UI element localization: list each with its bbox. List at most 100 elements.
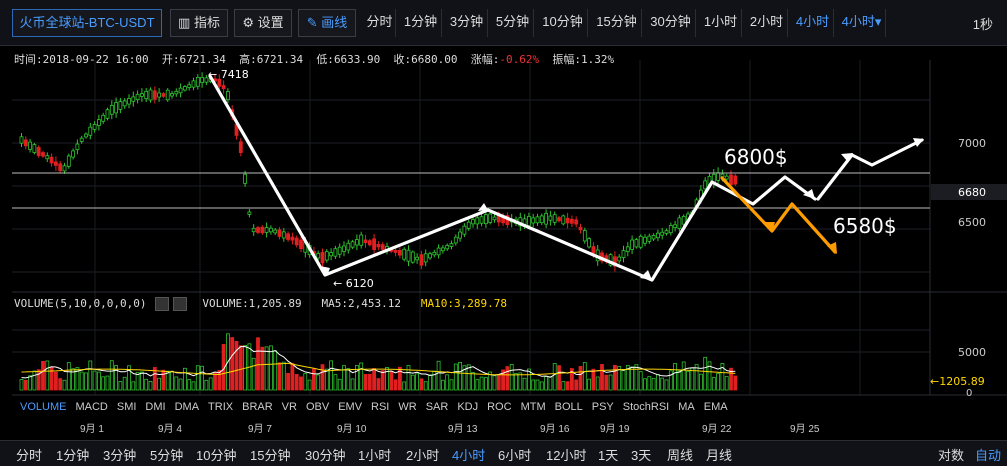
indicator-tab-wr[interactable]: WR — [398, 401, 416, 413]
candle-body — [397, 250, 402, 256]
indicator-tab-emv[interactable]: EMV — [338, 401, 362, 413]
bottom-period-8[interactable]: 2小时 — [406, 445, 439, 464]
bottom-period-13[interactable]: 3天 — [631, 445, 651, 464]
indicator-tab-roc[interactable]: ROC — [487, 401, 511, 413]
bottom-period-4[interactable]: 10分钟 — [196, 445, 236, 464]
volume-bar — [703, 356, 708, 391]
indicator-tab-ema[interactable]: EMA — [704, 401, 728, 413]
volume-bar — [97, 371, 101, 391]
bottom-period-3[interactable]: 5分钟 — [150, 445, 183, 464]
indicator-tab-volume[interactable]: VOLUME — [20, 401, 66, 413]
candle-body — [548, 215, 553, 221]
candle-body — [36, 147, 41, 156]
period-tab-6[interactable]: 30分钟 — [646, 9, 696, 37]
bottom-period-12[interactable]: 1天 — [598, 445, 618, 464]
bottom-period-0[interactable]: 分时 — [16, 445, 42, 464]
bottom-period-7[interactable]: 1小时 — [358, 445, 391, 464]
volume-bar — [552, 363, 557, 391]
volume-value: VOLUME:1,205.89 — [202, 297, 302, 310]
x-tick-label: 9月 13 — [448, 424, 478, 435]
volume-bar — [419, 378, 424, 391]
indicator-tab-ma[interactable]: MA — [678, 401, 695, 413]
volume-bar — [561, 381, 566, 391]
indicator-tab-sar[interactable]: SAR — [426, 401, 449, 413]
indicator-tab-smi[interactable]: SMI — [117, 401, 137, 413]
volume-bar — [105, 375, 110, 391]
period-tab-8[interactable]: 2小时 — [746, 9, 788, 37]
indicator-tab-rsi[interactable]: RSI — [371, 401, 389, 413]
volume-bar — [673, 363, 677, 391]
candle-body — [45, 155, 50, 160]
volume-params: VOLUME(5,10,0,0,0,0) — [14, 297, 147, 310]
volume-bar — [613, 364, 617, 391]
volume-bar — [638, 371, 643, 391]
indicator-tab-dmi[interactable]: DMI — [145, 401, 165, 413]
indicator-button[interactable]: ▥ 指标 — [170, 9, 228, 37]
candlestick-chart[interactable]: ← 7418 ← 6120 6800$ 6580$ 7000 6680 6500… — [0, 46, 1007, 438]
indicator-tab-vr[interactable]: VR — [282, 401, 297, 413]
volume-bar — [230, 337, 235, 391]
candle-body — [333, 248, 338, 257]
trend-path-white[interactable] — [208, 74, 924, 282]
volume-bar — [363, 374, 368, 391]
bottom-period-1[interactable]: 1分钟 — [56, 445, 89, 464]
bottom-period-14[interactable]: 周线 — [667, 445, 693, 464]
volume-close-icon[interactable] — [173, 297, 188, 311]
indicator-tab-boll[interactable]: BOLL — [555, 401, 583, 413]
log-scale-toggle[interactable]: 对数 — [938, 445, 964, 464]
volume-bar — [281, 361, 286, 391]
bottom-period-5[interactable]: 15分钟 — [250, 445, 290, 464]
indicator-tab-obv[interactable]: OBV — [306, 401, 329, 413]
period-tab-10[interactable]: 4小时▾ — [838, 9, 886, 37]
bottom-period-2[interactable]: 3分钟 — [103, 445, 136, 464]
volume-bar — [178, 378, 183, 391]
bottom-period-15[interactable]: 月线 — [706, 445, 732, 464]
period-tab-4[interactable]: 10分钟 — [538, 9, 588, 37]
candle-body — [182, 86, 187, 91]
volume-bar — [410, 374, 415, 391]
bottom-period-9[interactable]: 4小时 — [452, 445, 485, 464]
indicator-tab-brar[interactable]: BRAR — [242, 401, 273, 413]
indicator-tab-psy[interactable]: PSY — [592, 401, 614, 413]
draw-button[interactable]: ✎ 画线 — [298, 9, 356, 37]
candle-body — [544, 212, 548, 225]
auto-scale-toggle[interactable]: 自动 — [975, 445, 1001, 464]
volume-bar — [509, 364, 514, 391]
volume-bar — [380, 370, 385, 391]
volume-bar — [342, 365, 346, 391]
volume-bar — [514, 373, 518, 391]
bottom-period-6[interactable]: 30分钟 — [305, 445, 345, 464]
candle-body — [79, 137, 84, 142]
indicator-tab-stochrsi[interactable]: StochRSI — [623, 401, 669, 413]
period-tab-3[interactable]: 5分钟 — [492, 9, 534, 37]
trend-path-orange[interactable] — [720, 176, 837, 254]
bottom-period-10[interactable]: 6小时 — [498, 445, 531, 464]
volume-bar — [518, 372, 523, 391]
volume-bar — [41, 360, 45, 391]
volume-bar — [359, 362, 364, 391]
indicator-tab-trix[interactable]: TRIX — [208, 401, 233, 413]
period-tab-9[interactable]: 4小时 — [792, 9, 834, 37]
period-tab-2[interactable]: 3分钟 — [446, 9, 488, 37]
refresh-interval[interactable]: 1秒 — [973, 14, 993, 33]
candle-body — [591, 246, 596, 254]
indicator-tab-mtm[interactable]: MTM — [521, 401, 546, 413]
indicator-tab-dma[interactable]: DMA — [175, 401, 199, 413]
indicator-tab-macd[interactable]: MACD — [75, 401, 107, 413]
volume-bar — [195, 365, 200, 391]
pair-selector[interactable]: 火币全球站-BTC-USDT — [12, 9, 162, 37]
period-tab-7[interactable]: 1小时 — [700, 9, 742, 37]
volume-bar — [23, 379, 28, 391]
volume-settings-icon[interactable] — [155, 297, 170, 311]
x-tick-label: 9月 7 — [248, 424, 272, 435]
volume-bar — [204, 379, 209, 391]
settings-button[interactable]: ⚙ 设置 — [234, 9, 292, 37]
bottom-period-11[interactable]: 12小时 — [546, 445, 586, 464]
volume-bar — [92, 370, 97, 391]
candle-body — [251, 227, 256, 233]
candle-body — [393, 249, 398, 253]
indicator-tab-kdj[interactable]: KDJ — [457, 401, 478, 413]
period-tab-5[interactable]: 15分钟 — [592, 9, 642, 37]
period-tab-0[interactable]: 分时 — [364, 9, 396, 37]
period-tab-1[interactable]: 1分钟 — [400, 9, 442, 37]
